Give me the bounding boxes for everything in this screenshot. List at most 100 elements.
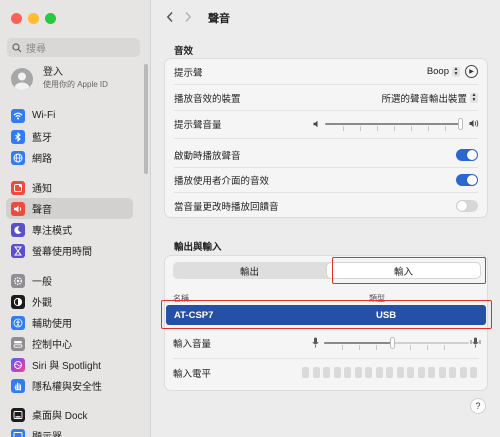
row-divider bbox=[174, 138, 478, 139]
level-meter-segment bbox=[375, 367, 383, 378]
sidebar-item-focus[interactable]: 專注模式 bbox=[6, 219, 133, 240]
page-title: 聲音 bbox=[208, 13, 230, 25]
main-pane: 聲音 音效 提示聲 Boop ▲ ▼ ▶ 播放音效的裝置 所選的聲音輸出裝置 ▲ ▼… bbox=[152, 0, 500, 437]
level-meter-segment bbox=[396, 367, 404, 378]
search-placeholder: 搜尋 bbox=[26, 44, 46, 55]
sidebar-item-displays[interactable]: 顯示器 bbox=[6, 425, 133, 437]
feedback-toggle[interactable] bbox=[456, 199, 478, 212]
sidebar-item-general[interactable]: 一般 bbox=[6, 270, 133, 291]
microphone-high-icon bbox=[470, 337, 481, 348]
sidebar-item-wifi[interactable]: Wi-Fi bbox=[6, 105, 133, 126]
section-title-output-input: 輸出與輸入 bbox=[174, 242, 222, 253]
sidebar-item-label: 輔助使用 bbox=[32, 319, 72, 330]
hand-icon bbox=[11, 378, 25, 393]
wifi-icon bbox=[11, 108, 25, 123]
slider-fill bbox=[324, 342, 392, 344]
level-meter-segment bbox=[323, 367, 330, 378]
control-center-icon bbox=[11, 336, 25, 351]
chevron-left-icon bbox=[166, 11, 173, 23]
feedback-row: 當音量更改時播放回饋音 bbox=[165, 193, 487, 218]
close-window-button[interactable] bbox=[11, 13, 22, 24]
forward-button[interactable] bbox=[184, 10, 202, 26]
level-meter-segment bbox=[312, 367, 320, 378]
display-icon bbox=[11, 428, 25, 437]
account-item[interactable]: 登入 使用你的 Apple ID bbox=[11, 67, 108, 90]
sidebar-item-label: 通知 bbox=[32, 184, 52, 195]
play-sound-button[interactable]: ▶ bbox=[465, 65, 478, 78]
play-device-value: 所選的聲音輸出裝置 bbox=[381, 93, 467, 105]
level-meter-segment bbox=[365, 367, 372, 378]
search-icon bbox=[12, 42, 22, 52]
startup-sound-toggle[interactable] bbox=[456, 148, 478, 161]
account-subtitle: 使用你的 Apple ID bbox=[43, 80, 108, 89]
minimize-window-button[interactable] bbox=[28, 13, 39, 24]
sidebar-item-privacy-security[interactable]: 隱私權與安全性 bbox=[6, 375, 133, 396]
tab-output[interactable]: 輸出 bbox=[173, 262, 326, 279]
sidebar-item-notifications[interactable]: 通知 bbox=[6, 177, 133, 198]
alert-sound-popup[interactable]: Boop ▲ ▼ bbox=[427, 66, 460, 77]
search-input[interactable]: 搜尋 bbox=[7, 38, 140, 57]
sidebar-item-siri-spotlight[interactable]: Siri 與 Spotlight bbox=[6, 354, 133, 375]
slider-tick bbox=[411, 126, 412, 131]
device-row-selected[interactable]: AT-CSP7 USB bbox=[166, 305, 486, 325]
help-button[interactable]: ? bbox=[470, 398, 486, 414]
siri-icon bbox=[11, 357, 25, 372]
slider-tick bbox=[342, 345, 343, 350]
slider-tick bbox=[377, 126, 378, 131]
back-button[interactable] bbox=[166, 10, 184, 26]
slider-tick bbox=[376, 345, 377, 350]
device-name: AT-CSP7 bbox=[174, 309, 214, 321]
input-volume-knob[interactable] bbox=[390, 337, 395, 349]
sidebar-item-accessibility[interactable]: 輔助使用 bbox=[6, 312, 133, 333]
slider-fill bbox=[325, 123, 460, 125]
up-down-chevron-icon: ▲ ▼ bbox=[452, 65, 460, 77]
level-meter-segment bbox=[417, 367, 425, 378]
slider-tick bbox=[427, 345, 428, 350]
speaker-icon bbox=[11, 201, 25, 216]
alert-sound-row: 提示聲 Boop ▲ ▼ ▶ bbox=[165, 59, 487, 84]
sidebar-item-label: 專注模式 bbox=[32, 226, 72, 237]
sidebar-scrollbar[interactable] bbox=[144, 64, 148, 174]
slider-tick bbox=[428, 126, 429, 131]
person-icon bbox=[14, 72, 30, 90]
sidebar-item-screen-time[interactable]: 螢幕使用時間 bbox=[6, 240, 133, 261]
chevron-right-icon bbox=[185, 11, 192, 23]
startup-sound-label: 啟動時播放聲音 bbox=[174, 150, 241, 162]
level-meter-segment bbox=[428, 367, 435, 378]
accessibility-icon bbox=[11, 315, 25, 330]
level-meter-segment bbox=[302, 367, 309, 378]
sidebar-item-appearance[interactable]: 外觀 bbox=[6, 291, 133, 312]
ui-sound-row: 播放使用者介面的音效 bbox=[165, 167, 487, 192]
level-meter-segment bbox=[449, 367, 456, 378]
ui-sound-toggle[interactable] bbox=[456, 173, 478, 186]
microphone-low-icon bbox=[312, 337, 319, 348]
slider-tick bbox=[360, 126, 361, 131]
title-bar: 聲音 bbox=[152, 0, 500, 36]
device-type: USB bbox=[376, 309, 397, 321]
level-meter-segment bbox=[470, 367, 477, 378]
avatar bbox=[11, 67, 33, 90]
alert-volume-slider[interactable] bbox=[313, 117, 481, 131]
level-meter-segment bbox=[354, 367, 362, 378]
level-meter-segment bbox=[407, 367, 414, 378]
sidebar-item-label: 顯示器 bbox=[32, 428, 62, 437]
sidebar-item-sound[interactable]: 聲音 bbox=[6, 198, 133, 219]
sidebar-item-label: 螢幕使用時間 bbox=[32, 247, 92, 258]
sidebar-item-control-center[interactable]: 控制中心 bbox=[6, 333, 133, 354]
tab-input-highlight bbox=[332, 257, 486, 284]
sidebar-item-network[interactable]: 網路 bbox=[6, 147, 133, 168]
sidebar-item-label: 控制中心 bbox=[32, 340, 72, 351]
sidebar-item-desktop-dock[interactable]: 桌面與 Dock bbox=[6, 404, 133, 425]
alert-volume-knob[interactable] bbox=[458, 118, 463, 130]
sidebar-item-label: 藍牙 bbox=[32, 133, 52, 144]
input-volume-slider[interactable] bbox=[312, 336, 482, 350]
zoom-window-button[interactable] bbox=[45, 13, 56, 24]
play-icon: ▶ bbox=[469, 69, 474, 75]
sidebar-item-bluetooth[interactable]: 藍牙 bbox=[6, 126, 133, 147]
play-device-popup[interactable]: 所選的聲音輸出裝置 ▲ ▼ bbox=[381, 91, 478, 105]
slider-tick bbox=[445, 126, 446, 131]
appearance-icon bbox=[11, 294, 25, 309]
input-level-meter bbox=[302, 367, 487, 378]
hourglass-icon bbox=[11, 243, 25, 258]
sound-effects-card: 提示聲 Boop ▲ ▼ ▶ 播放音效的裝置 所選的聲音輸出裝置 ▲ ▼ 提示聲音量 bbox=[164, 58, 488, 218]
